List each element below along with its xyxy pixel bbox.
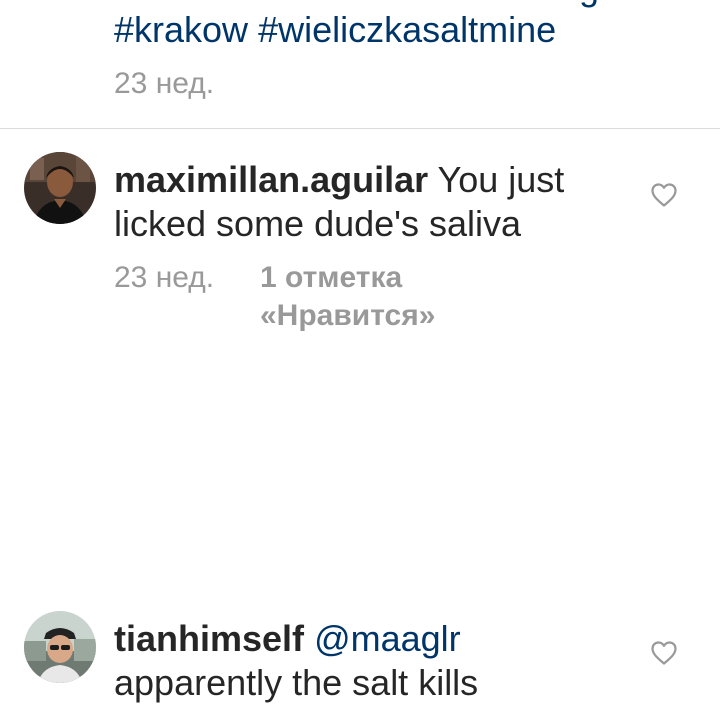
caption-hashtags: #krakow #wieliczkasaltmine xyxy=(114,8,556,52)
caption-timestamp: 23 нед. xyxy=(114,67,215,100)
divider xyxy=(0,128,720,129)
avatar[interactable] xyxy=(24,152,96,224)
hashtag-link[interactable]: #krakow xyxy=(114,9,248,50)
like-button[interactable] xyxy=(650,182,678,208)
comment-body: tianhimself @maaglr apparently the salt … xyxy=(114,617,614,705)
user-avatar-icon xyxy=(24,611,96,683)
hashtag-link[interactable]: #wieliczkasaltmine xyxy=(258,9,556,50)
heart-outline-icon xyxy=(651,641,677,665)
comment-text: apparently the salt kills xyxy=(114,662,479,703)
heart-outline-icon xyxy=(651,183,677,207)
user-avatar-icon xyxy=(24,152,96,224)
comment-likes-count[interactable]: 1 отметка «Нравится» xyxy=(260,259,470,335)
avatar[interactable] xyxy=(24,611,96,683)
comment-username[interactable]: tianhimself xyxy=(114,618,304,659)
like-button[interactable] xyxy=(650,640,678,666)
comment-timestamp: 23 нед. xyxy=(114,261,215,294)
comment-mention[interactable]: @maaglr xyxy=(314,618,461,659)
comment-body: maximillan.aguilar You just licked some … xyxy=(114,158,614,246)
post-caption: g #krakow #wieliczkasaltmine 23 нед. xyxy=(0,0,720,128)
comment-username[interactable]: maximillan.aguilar xyxy=(114,159,428,200)
